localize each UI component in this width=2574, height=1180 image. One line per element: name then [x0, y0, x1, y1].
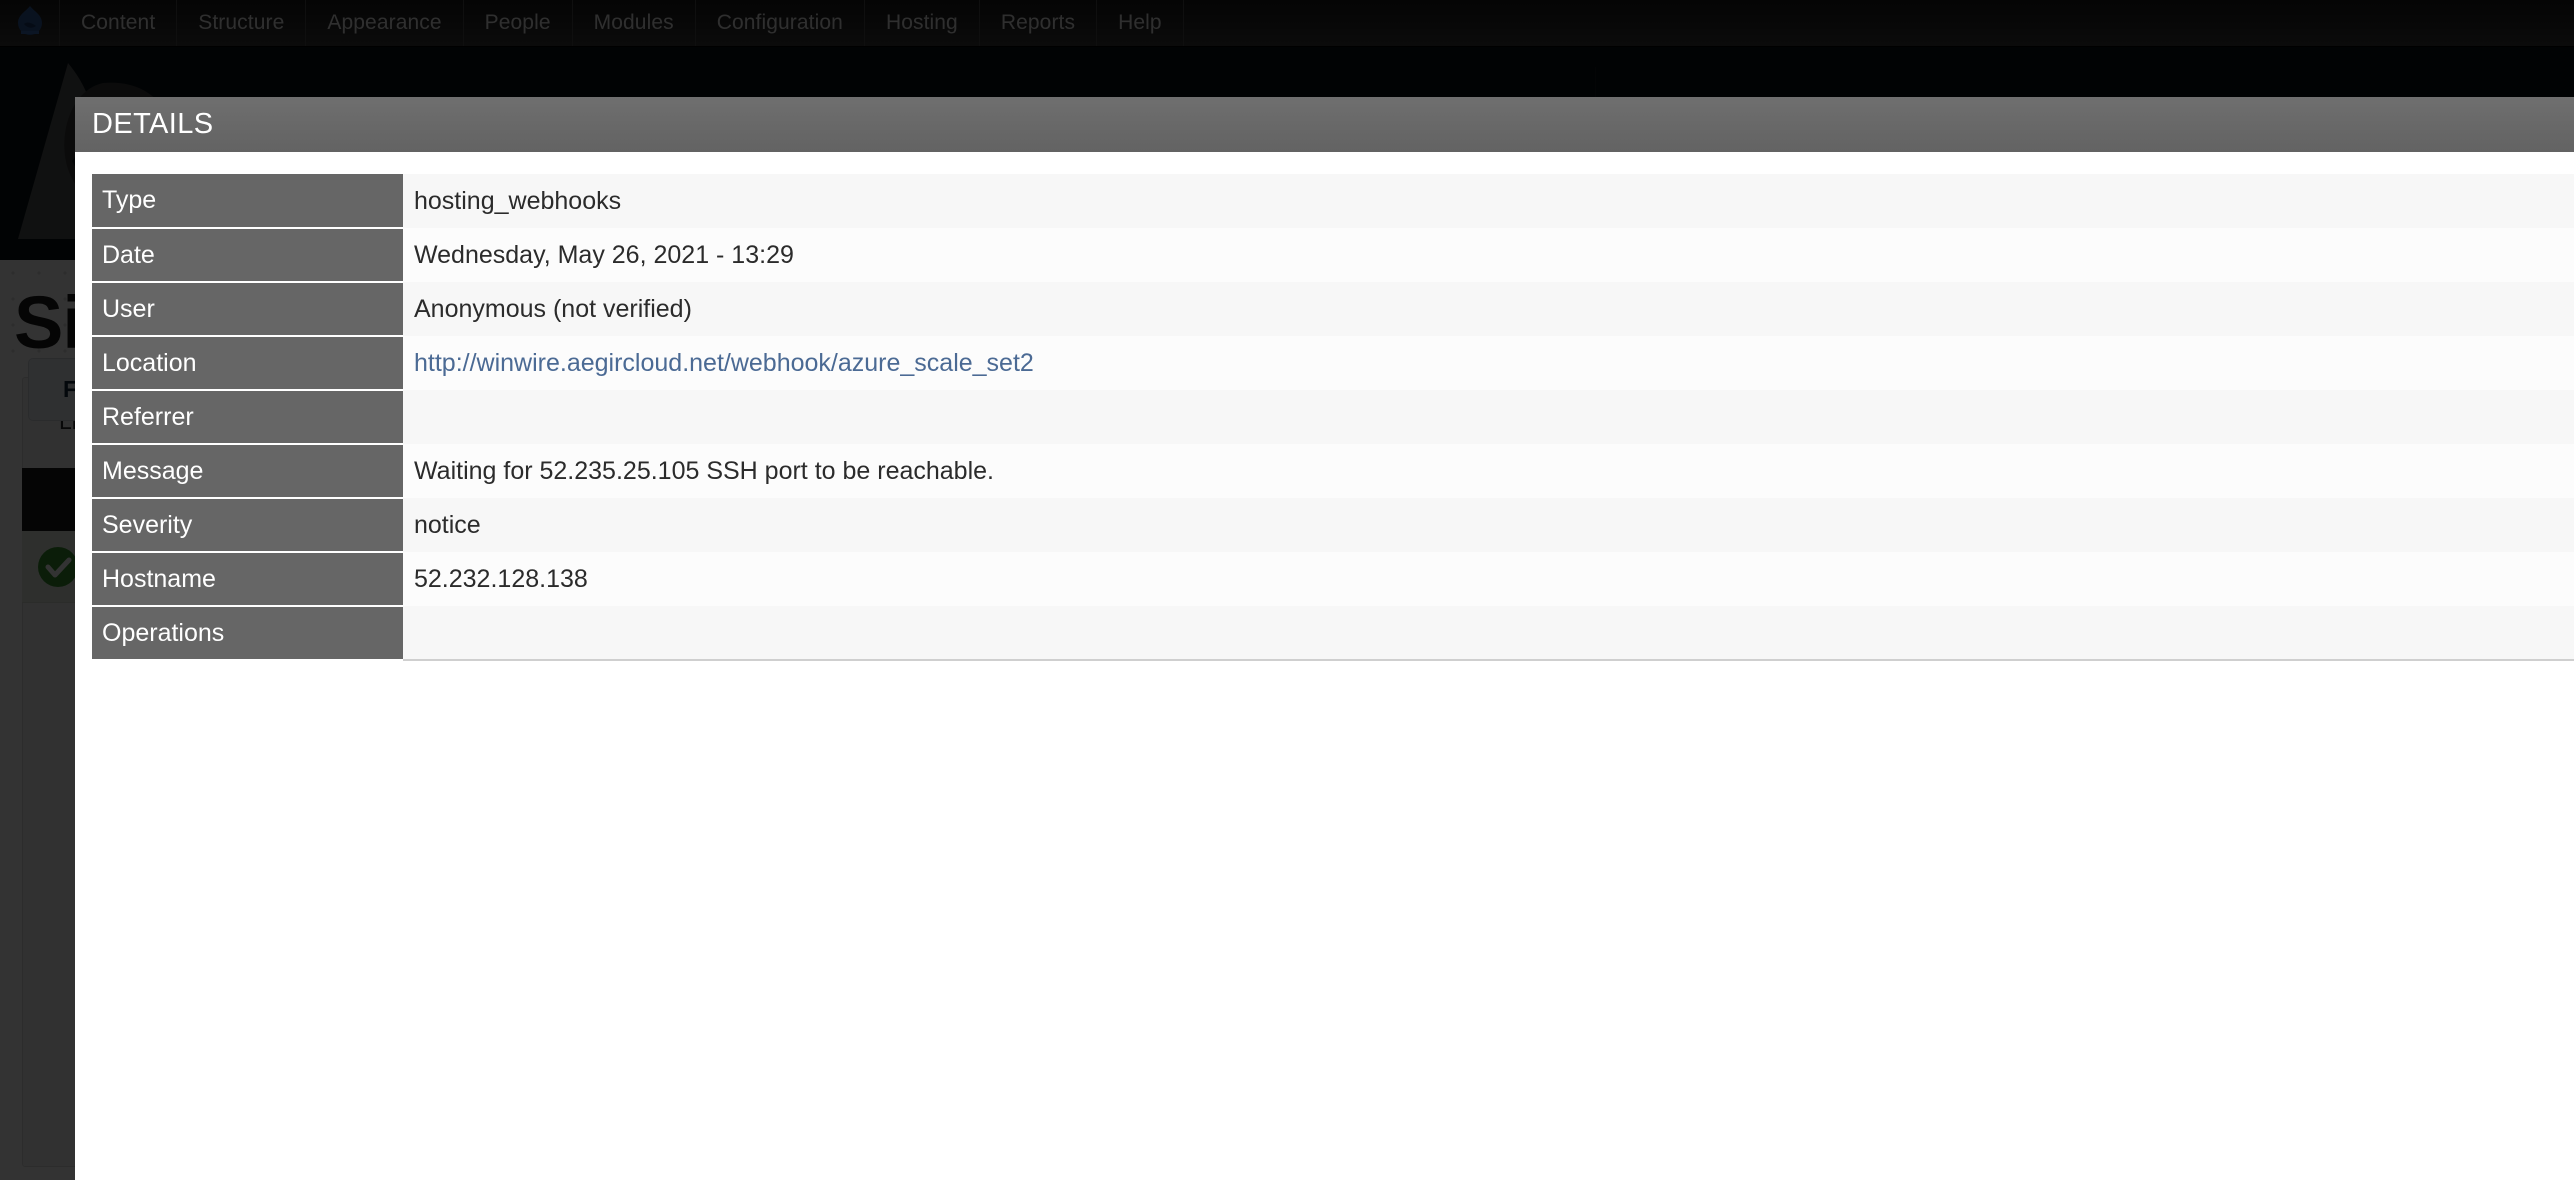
table-row: Hostname 52.232.128.138: [92, 552, 2574, 607]
table-row: Referrer: [92, 390, 2574, 445]
row-value: http://winwire.aegircloud.net/webhook/az…: [403, 336, 2574, 390]
details-modal-header: DETAILS: [75, 97, 2574, 152]
row-label: Severity: [92, 498, 403, 553]
details-modal: DETAILS Type hosting_webhooks Date Wednesda…: [75, 97, 2574, 1180]
details-modal-body: Type hosting_webhooks Date Wednesday, May 2…: [75, 152, 2574, 661]
table-row: Operations: [92, 606, 2574, 661]
row-label: Hostname: [92, 552, 403, 607]
table-row: Location http://winwire.aegircloud.net/we…: [92, 336, 2574, 391]
row-value: [403, 606, 2574, 660]
row-value: notice: [403, 498, 2574, 552]
row-label: Operations: [92, 606, 403, 661]
row-label: Referrer: [92, 390, 403, 445]
details-table: Type hosting_webhooks Date Wednesday, May 2…: [92, 174, 2574, 661]
location-link[interactable]: http://winwire.aegircloud.net/webhook/az…: [414, 349, 1034, 377]
table-row: Message Waiting for 52.235.25.105 SSH por…: [92, 444, 2574, 499]
table-row: Severity notice: [92, 498, 2574, 553]
details-modal-title: DETAILS: [92, 108, 214, 140]
row-label: User: [92, 282, 403, 337]
row-value: Wednesday, May 26, 2021 - 13:29: [403, 228, 2574, 282]
row-value: Anonymous (not verified): [403, 282, 2574, 336]
row-label: Date: [92, 228, 403, 283]
table-row: Date Wednesday, May 26, 2021 - 13:29: [92, 228, 2574, 283]
row-label: Type: [92, 174, 403, 229]
row-label: Message: [92, 444, 403, 499]
row-value: Waiting for 52.235.25.105 SSH port to be…: [403, 444, 2574, 498]
table-row: User Anonymous (not verified): [92, 282, 2574, 337]
row-value: 52.232.128.138: [403, 552, 2574, 606]
row-value: [403, 390, 2574, 444]
row-label: Location: [92, 336, 403, 391]
row-value: hosting_webhooks: [403, 174, 2574, 228]
table-row: Type hosting_webhooks: [92, 174, 2574, 229]
